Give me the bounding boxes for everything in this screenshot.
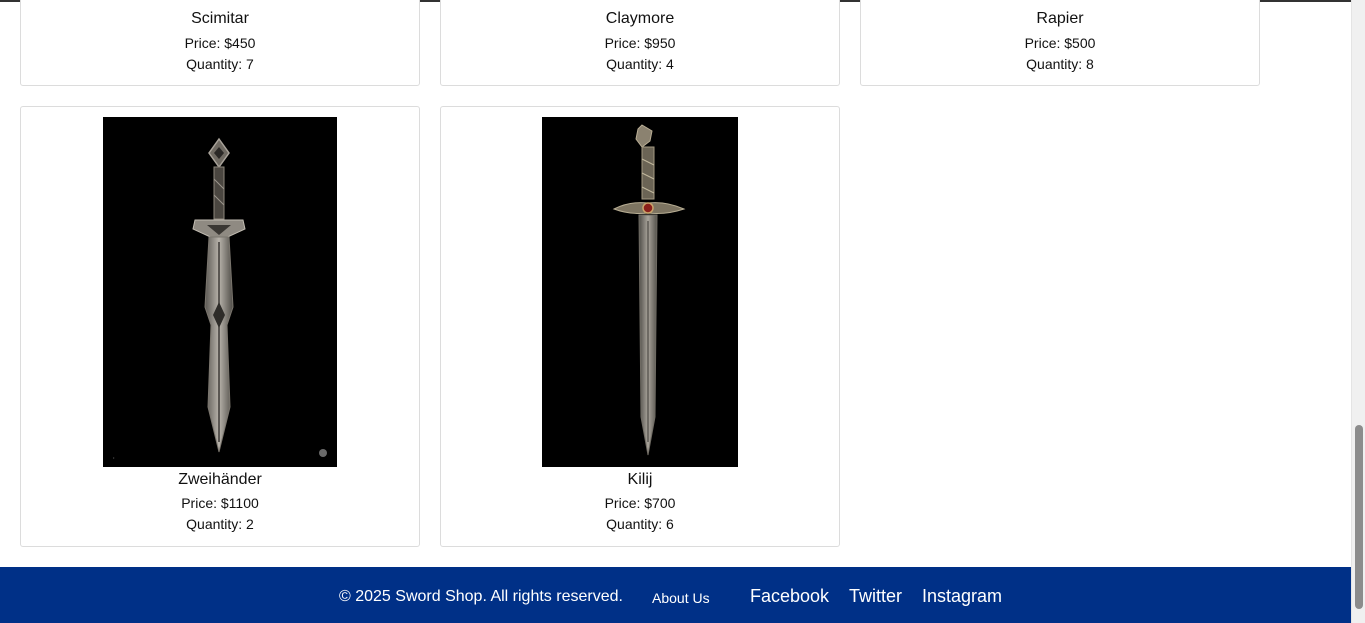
product-quantity: Quantity: 6 (606, 516, 674, 532)
product-quantity: Quantity: 7 (186, 56, 254, 72)
product-price: Price: $950 (604, 35, 676, 51)
instagram-link[interactable]: Instagram (922, 586, 1002, 607)
site-footer: © 2025 Sword Shop. All rights reserved. … (0, 567, 1351, 623)
product-image (542, 117, 738, 467)
product-quantity: Quantity: 4 (606, 56, 674, 72)
product-quantity: Quantity: 2 (186, 516, 254, 532)
product-price: Price: $500 (1024, 35, 1096, 51)
product-card-kilij[interactable]: Kilij Price: $700 Quantity: 6 (440, 106, 840, 547)
product-name: Rapier (1036, 10, 1084, 27)
twitter-link[interactable]: Twitter (849, 586, 902, 607)
product-card-rapier[interactable]: Rapier Price: $500 Quantity: 8 (860, 0, 1260, 86)
product-name: Scimitar (191, 10, 249, 27)
scrollbar-thumb[interactable] (1355, 425, 1363, 609)
product-name: Zweihänder (178, 471, 262, 488)
vertical-scrollbar[interactable] (1351, 0, 1365, 623)
facebook-link[interactable]: Facebook (750, 586, 829, 607)
product-name: Kilij (627, 471, 653, 488)
copyright-text: © 2025 Sword Shop. All rights reserved. (339, 588, 623, 605)
product-price: Price: $450 (184, 35, 256, 51)
product-image: • (103, 117, 337, 467)
product-card-zweihander[interactable]: • Zweihänder Price: $1100 Quantity: 2 (20, 106, 420, 547)
product-price: Price: $700 (604, 495, 676, 511)
about-us-link[interactable]: About Us (652, 590, 710, 606)
product-price: Price: $1100 (181, 495, 259, 511)
svg-text:•: • (113, 455, 115, 460)
sword-illustration: • (113, 137, 327, 460)
sword-illustration (612, 124, 686, 456)
product-name: Claymore (605, 10, 675, 27)
product-quantity: Quantity: 8 (1026, 56, 1094, 72)
product-card-claymore[interactable]: Claymore Price: $950 Quantity: 4 (440, 0, 840, 86)
product-card-scimitar[interactable]: Scimitar Price: $450 Quantity: 7 (20, 0, 420, 86)
